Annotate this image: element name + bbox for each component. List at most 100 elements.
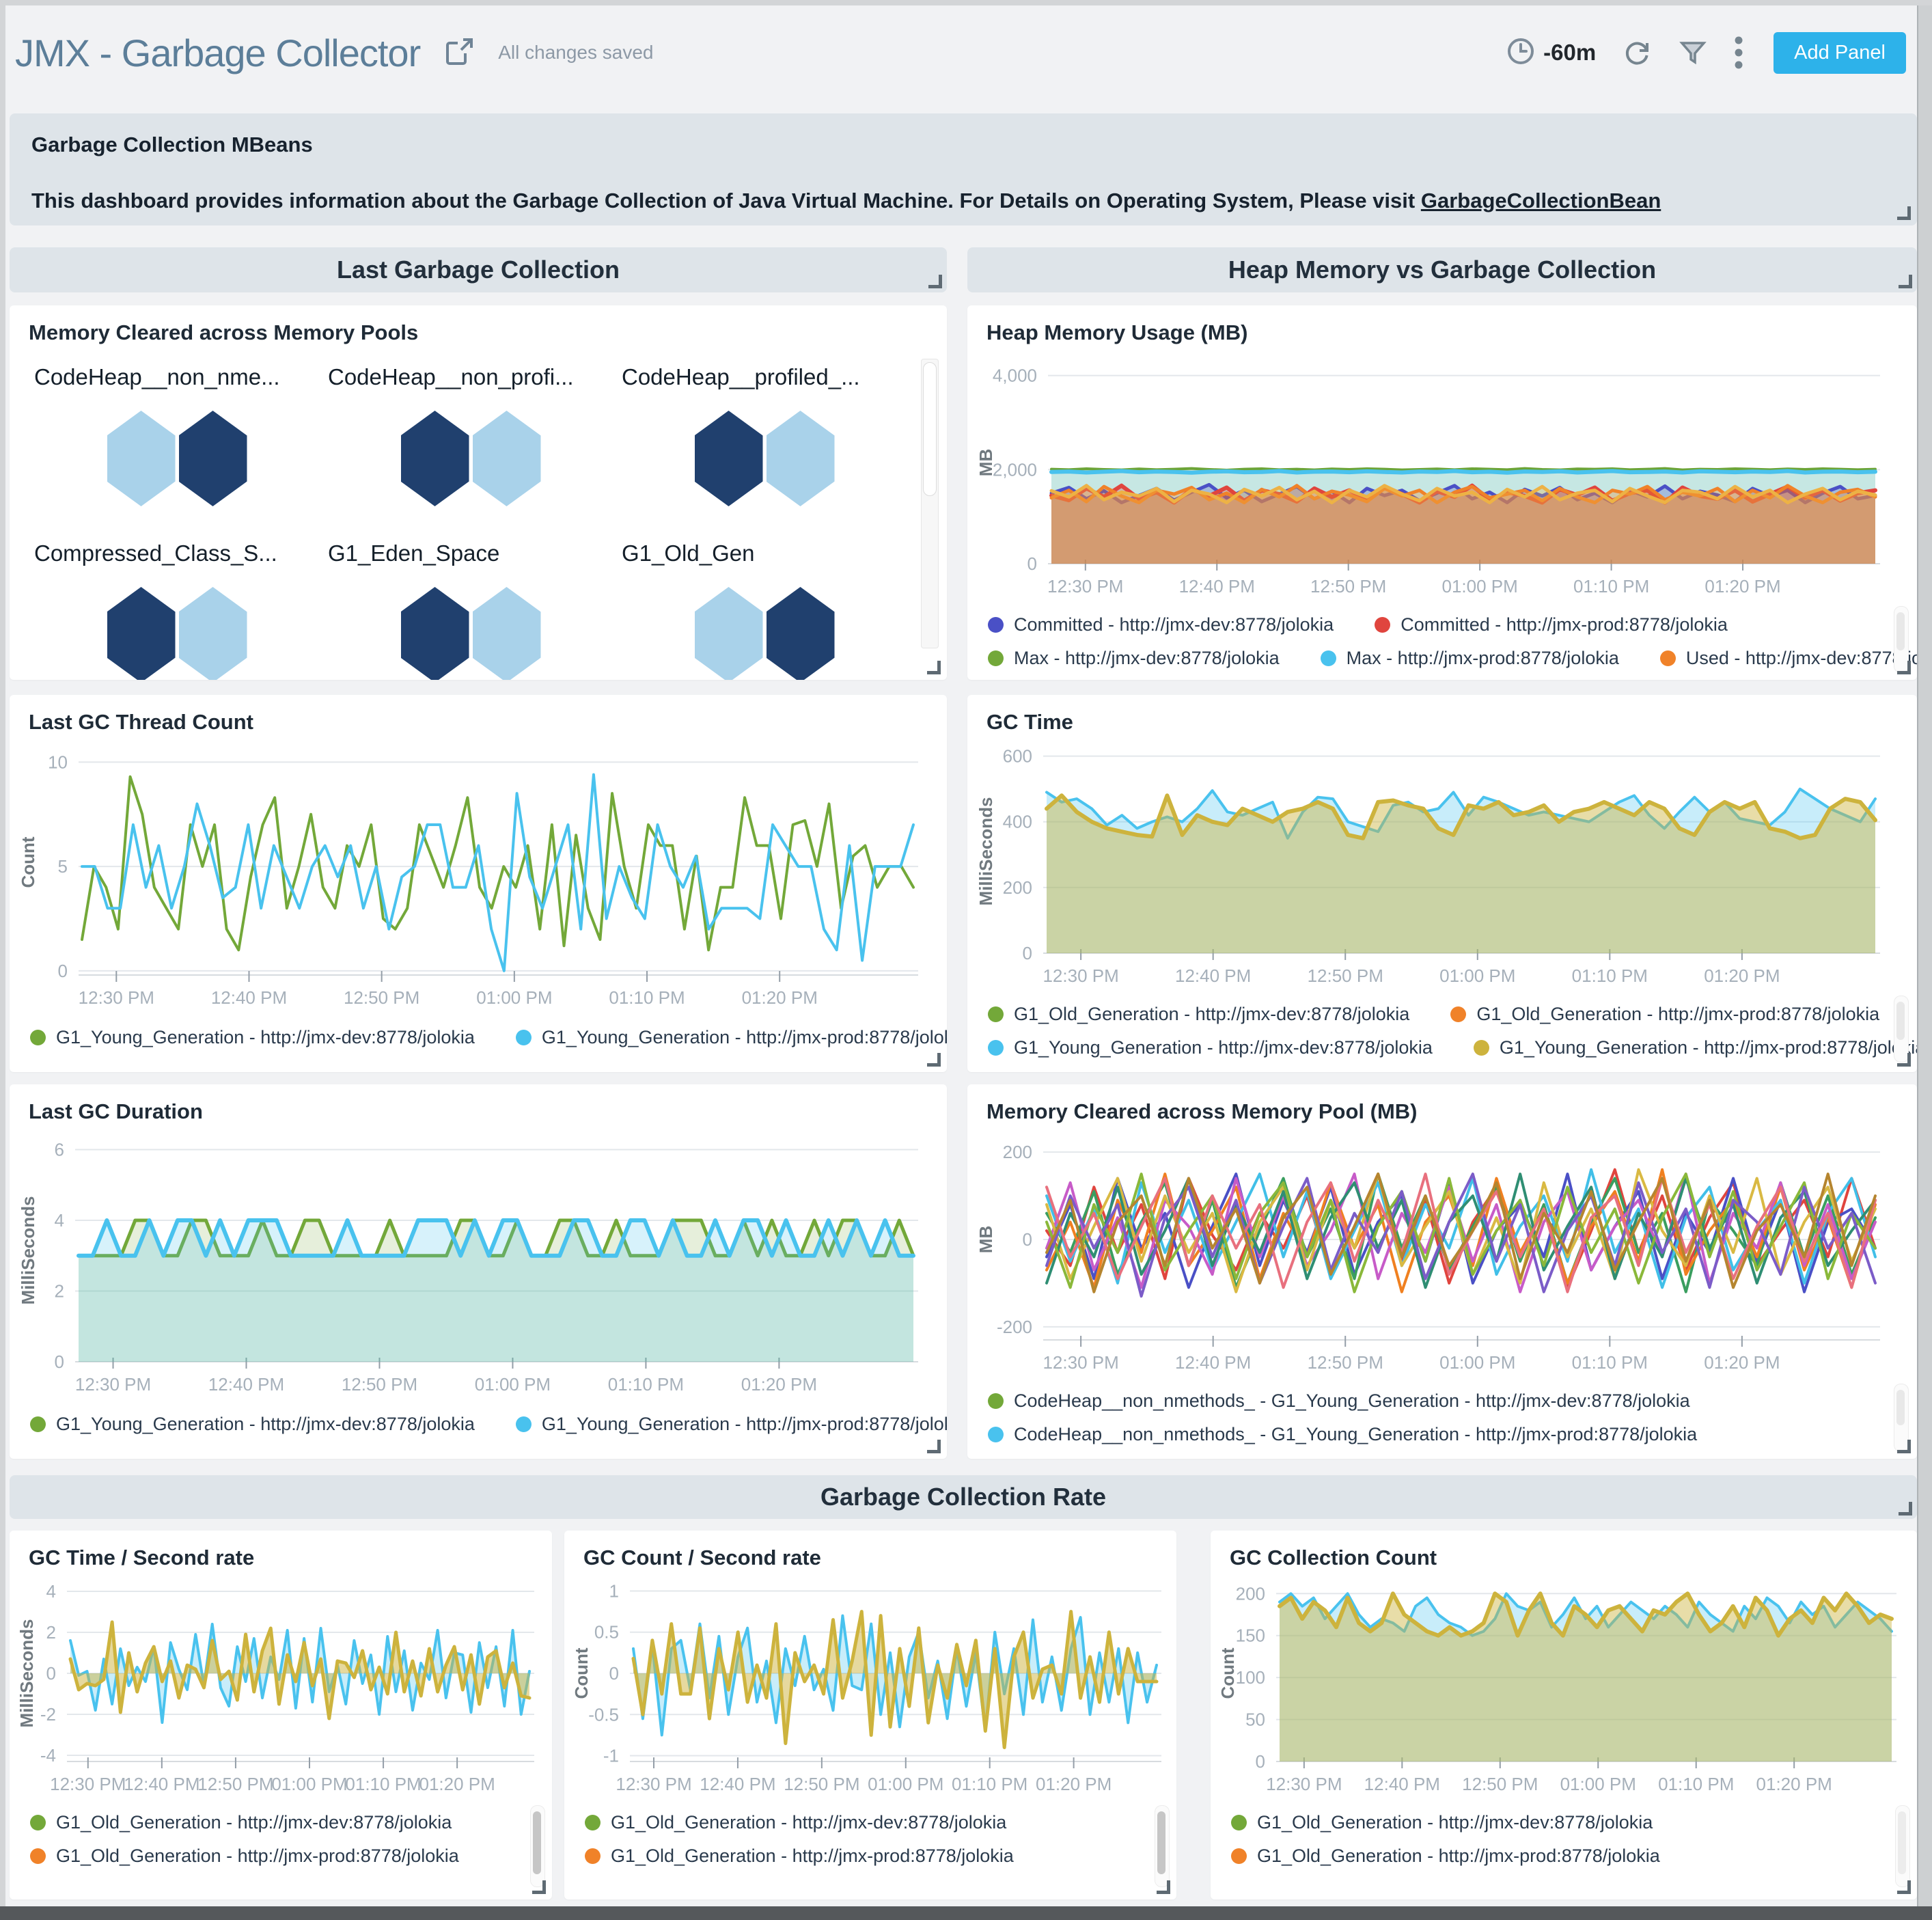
last-gc-thread-count-chart[interactable]: 051012:30 PM12:40 PM12:50 PM01:00 PM01:1… [14,739,936,1015]
legend-item[interactable]: G1_Old_Generation - http://jmx-prod:8778… [1450,1004,1879,1025]
legend-item[interactable]: G1_Old_Generation - http://jmx-dev:8778/… [988,1004,1409,1025]
svg-text:150: 150 [1236,1626,1265,1646]
hexagon-light[interactable] [473,587,541,680]
scrollbar[interactable] [1155,1805,1170,1887]
legend-item[interactable]: Committed - http://jmx-prod:8778/jolokia [1375,614,1728,635]
panel-resize-handle[interactable] [928,275,942,288]
legend-color-dot [1231,1815,1247,1830]
gc-time-second-rate-chart[interactable]: -4-202412:30 PM12:40 PM12:50 PM01:00 PM0… [12,1577,545,1800]
panel-memory-cleared-pools: Memory Cleared across Memory Pools CodeH… [10,305,947,680]
panel-resize-handle[interactable] [927,661,941,674]
hexagon-light[interactable] [473,411,541,506]
hexagon-light[interactable] [767,411,835,506]
scrollbar-thumb[interactable] [533,1811,541,1874]
hexagon-dark[interactable] [401,411,469,506]
panel-resize-handle[interactable] [1897,1053,1911,1067]
panel-resize-handle[interactable] [1897,206,1911,220]
hexagon-light[interactable] [179,587,247,680]
filter-icon[interactable] [1678,38,1708,68]
legend-item[interactable]: G1_Old_Generation - http://jmx-prod:8778… [585,1846,1014,1867]
panel-resize-handle[interactable] [1897,1440,1911,1453]
panel-title: Last GC Duration [29,1099,203,1124]
scrollbar-thumb[interactable] [923,362,937,496]
scrollbar[interactable] [1895,1805,1910,1887]
legend-label: G1_Young_Generation - http://jmx-prod:87… [1500,1037,1917,1058]
window-right-scroll-area[interactable] [1917,5,1932,1906]
legend-item[interactable]: G1_Young_Generation - http://jmx-dev:877… [30,1414,475,1435]
legend-label: Used - http://jmx-dev:8778/jolokia [1686,648,1917,669]
legend-item[interactable]: G1_Old_Generation - http://jmx-prod:8778… [1231,1846,1660,1867]
hexagon-pair [324,587,618,680]
kebab-menu-icon[interactable] [1734,35,1743,70]
legend-color-dot [1321,650,1336,666]
heap-memory-usage-chart[interactable]: 02,0004,00012:30 PM12:40 PM12:50 PM01:00… [971,349,1901,603]
panel-resize-handle[interactable] [927,1440,941,1453]
refresh-icon[interactable] [1622,38,1652,68]
legend-item[interactable]: CodeHeap__non_nmethods_ - G1_Young_Gener… [988,1424,1697,1445]
scrollbar-thumb[interactable] [1896,1390,1905,1425]
legend-item[interactable]: G1_Old_Generation - http://jmx-dev:8778/… [30,1812,452,1833]
last-gc-duration-chart[interactable]: 024612:30 PM12:40 PM12:50 PM01:00 PM01:1… [14,1128,936,1401]
add-panel-button[interactable]: Add Panel [1774,32,1906,74]
gc-count-second-rate-chart[interactable]: -1-0.500.5112:30 PM12:40 PM12:50 PM01:00… [567,1577,1172,1800]
legend-item[interactable]: CodeHeap__non_nmethods_ - G1_Young_Gener… [988,1390,1690,1412]
hexagon-dark[interactable] [107,587,176,680]
svg-text:0: 0 [1023,943,1032,963]
hexagon-light[interactable] [695,587,763,680]
panel-title: GC Time / Second rate [29,1546,254,1570]
share-icon[interactable] [443,36,475,70]
scrollbar-thumb[interactable] [1157,1811,1165,1874]
time-range-picker[interactable]: -60m [1506,37,1596,69]
legend-item[interactable]: Used - http://jmx-dev:8778/jolokia [1660,648,1917,669]
scrollbar-thumb[interactable] [1896,1002,1905,1040]
legend-color-dot [516,1030,532,1045]
row-header-last-garbage-collection[interactable]: Last Garbage Collection [10,247,947,292]
legend-item[interactable]: G1_Old_Generation - http://jmx-prod:8778… [30,1846,459,1867]
svg-text:01:00 PM: 01:00 PM [476,987,552,1008]
panel-resize-handle[interactable] [1899,1502,1912,1516]
legend-label: Committed - http://jmx-prod:8778/jolokia [1400,614,1728,635]
gc-collection-count-chart[interactable]: 05010015020012:30 PM12:40 PM12:50 PM01:0… [1213,1577,1910,1800]
heap-legend: Committed - http://jmx-dev:8778/jolokia C… [988,614,1917,680]
scrollbar[interactable] [921,359,939,648]
row-header-garbage-collection-rate[interactable]: Garbage Collection Rate [10,1475,1917,1519]
legend-item[interactable]: G1_Old_Generation - http://jmx-dev:8778/… [1231,1812,1653,1833]
scrollbar-thumb[interactable] [1898,1811,1906,1874]
panel-title: GC Count / Second rate [583,1546,821,1570]
scrollbar[interactable] [530,1805,545,1887]
panel-gc-collection-count: GC Collection Count 05010015020012:30 PM… [1211,1531,1917,1900]
panel-resize-handle[interactable] [1157,1880,1170,1894]
legend-item[interactable]: G1_Young_Generation - http://jmx-dev:877… [988,1037,1433,1058]
hexagon-dark[interactable] [401,587,469,680]
legend-item[interactable]: Max - http://jmx-prod:8778/jolokia [1321,648,1619,669]
hexagon-dark[interactable] [179,411,247,506]
row-title: Last Garbage Collection [337,256,620,284]
hexagon-light[interactable] [107,411,176,506]
legend-color-dot [1474,1040,1489,1056]
gc-time-chart[interactable]: 020040060012:30 PM12:40 PM12:50 PM01:00 … [971,739,1901,993]
legend-item[interactable]: G1_Old_Generation - http://jmx-dev:8778/… [585,1812,1006,1833]
panel-resize-handle[interactable] [532,1880,546,1894]
svg-text:200: 200 [1003,877,1032,898]
info-body-text: This dashboard provides information abou… [31,189,1421,212]
hexagon-dark[interactable] [695,411,763,506]
panel-resize-handle[interactable] [1897,661,1911,674]
memory-cleared-pool-chart[interactable]: -200020012:30 PM12:40 PM12:50 PM01:00 PM… [971,1128,1901,1380]
legend-item[interactable]: G1_Young_Generation - http://jmx-dev:877… [30,1027,475,1048]
legend-item[interactable]: Max - http://jmx-dev:8778/jolokia [988,648,1280,669]
legend-item[interactable]: G1_Young_Generation - http://jmx-prod:87… [516,1414,947,1435]
hexagon-dark[interactable] [767,587,835,680]
legend-item[interactable]: G1_Young_Generation - http://jmx-prod:87… [516,1027,947,1048]
panel-resize-handle[interactable] [1897,1880,1911,1894]
panel-memory-cleared-pool-mb: Memory Cleared across Memory Pool (MB) -… [967,1084,1917,1459]
svg-text:01:00 PM: 01:00 PM [1560,1774,1636,1794]
panel-resize-handle[interactable] [927,1053,941,1067]
row-header-heap-memory-vs-gc[interactable]: Heap Memory vs Garbage Collection [967,247,1917,292]
legend-item[interactable]: Committed - http://jmx-dev:8778/jolokia [988,614,1334,635]
panel-resize-handle[interactable] [1899,275,1912,288]
legend-item[interactable]: G1_Young_Generation - http://jmx-prod:87… [1474,1037,1917,1058]
scrollbar-thumb[interactable] [1896,612,1905,650]
svg-text:12:30 PM: 12:30 PM [1043,965,1118,986]
hexagon-pair [30,411,324,506]
garbage-collection-bean-link[interactable]: GarbageCollectionBean [1421,189,1661,212]
